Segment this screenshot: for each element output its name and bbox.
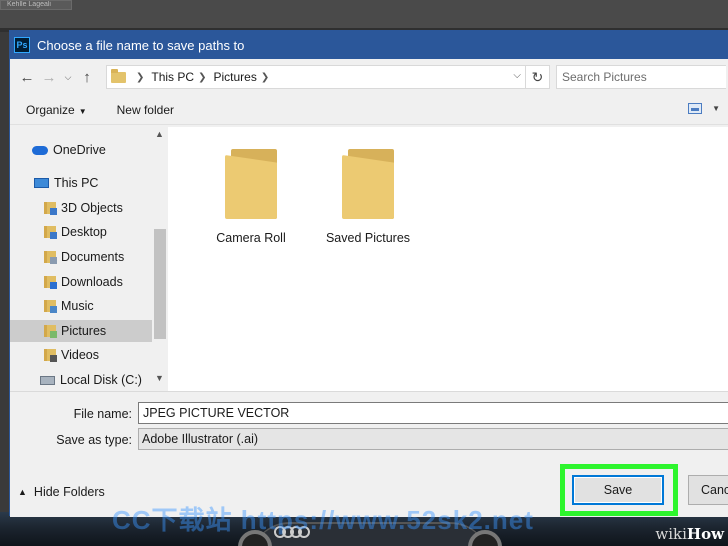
sidebar-item-label: 3D Objects	[61, 201, 123, 215]
computer-icon	[34, 178, 49, 188]
view-icon	[688, 103, 703, 114]
change-view-button[interactable]: ▼	[688, 103, 720, 114]
sidebar-item-videos[interactable]: Videos	[44, 344, 152, 366]
sidebar-item-music[interactable]: Music	[44, 295, 152, 317]
address-dropdown-chevron-icon[interactable]: ⌵	[513, 70, 521, 81]
sidebar-item-label: This PC	[54, 176, 99, 190]
breadcrumb-this-pc[interactable]: This PC	[151, 70, 194, 84]
wikihow-logo-prefix: wiki	[655, 525, 687, 543]
save-as-type-label: Save as type:	[56, 433, 132, 447]
folder-downloads-icon	[44, 276, 57, 289]
pictures-folder-icon	[111, 68, 126, 83]
forward-arrow-icon[interactable]: →	[38, 69, 60, 86]
breadcrumb-chevron-icon[interactable]: ❯	[198, 72, 206, 83]
disk-icon	[40, 375, 55, 385]
up-arrow-icon[interactable]: ↑	[76, 69, 98, 86]
chevron-up-icon: ▲	[18, 487, 27, 497]
dialog-titlebar: Ps Choose a file name to save paths to	[10, 31, 728, 59]
folder-documents-icon	[44, 251, 57, 264]
photoshop-app-icon: Ps	[14, 37, 30, 53]
sidebar-item-downloads[interactable]: Downloads	[44, 271, 152, 293]
folder-saved-pictures[interactable]: Saved Pictures	[313, 149, 423, 245]
watermark-text: CC下载站 https://www.52sk2.net	[112, 505, 534, 535]
sidebar-item-label: Documents	[61, 250, 125, 264]
folder-camera-roll[interactable]: Camera Roll	[196, 149, 306, 245]
folder-icon	[342, 149, 394, 219]
sidebar-item-label: Videos	[61, 348, 99, 362]
browser-body: OneDrive This PC 3D Objects Desktop Docu…	[10, 127, 728, 391]
hide-folders-button[interactable]: ▲ Hide Folders	[18, 485, 105, 499]
file-name-input[interactable]: JPEG PICTURE VECTOR	[138, 402, 728, 424]
navigation-pane: OneDrive This PC 3D Objects Desktop Docu…	[10, 127, 168, 391]
save-as-type-select[interactable]: Adobe Illustrator (.ai)	[138, 428, 728, 450]
organize-button[interactable]: Organize ▼	[26, 103, 87, 117]
sidebar-item-documents[interactable]: Documents	[44, 246, 152, 268]
photoshop-menubar: Kehlle Lageali	[0, 0, 728, 28]
caret-down-icon: ▼	[78, 106, 87, 116]
save-button[interactable]: Save	[572, 475, 664, 505]
breadcrumb-pictures[interactable]: Pictures	[213, 70, 256, 84]
wikihow-logo: wikiHow	[655, 525, 724, 543]
sidebar-item-desktop[interactable]: Desktop	[44, 221, 152, 243]
sidebar-item-label: OneDrive	[53, 143, 106, 157]
refresh-icon[interactable]: ↻	[526, 65, 550, 89]
folder-pictures-icon	[44, 325, 57, 338]
document-tab: Kehlle Lageali	[0, 0, 72, 10]
sidebar-item-label: Downloads	[61, 275, 123, 289]
cloud-icon	[32, 145, 48, 155]
scroll-down-icon[interactable]: ▼	[155, 373, 164, 383]
file-list-pane: Camera Roll Saved Pictures	[168, 127, 728, 391]
folder-videos-icon	[44, 349, 57, 362]
folder-music-icon	[44, 300, 57, 313]
folder-icon	[225, 149, 277, 219]
file-name-label: File name:	[73, 407, 132, 421]
folder-desktop-icon	[44, 226, 57, 239]
sidebar-item-pictures[interactable]: Pictures	[10, 320, 152, 342]
sidebar-item-3d-objects[interactable]: 3D Objects	[44, 197, 152, 219]
save-dialog: Ps Choose a file name to save paths to ←…	[9, 30, 728, 517]
back-arrow-icon[interactable]: ←	[16, 69, 38, 86]
scrollbar-thumb[interactable]	[154, 229, 166, 339]
sidebar-item-onedrive[interactable]: OneDrive	[32, 139, 152, 161]
navigation-scrollbar[interactable]: ▲ ▼	[152, 127, 168, 391]
breadcrumb-chevron-icon[interactable]: ❯	[261, 72, 269, 83]
search-input[interactable]: Search Pictures	[556, 65, 726, 89]
folder-label: Camera Roll	[216, 231, 286, 245]
breadcrumb-chevron-icon[interactable]: ❯	[136, 72, 144, 83]
sidebar-item-label: Desktop	[61, 225, 107, 239]
recent-locations-chevron-icon[interactable]: ⌵	[60, 72, 76, 83]
folder-3d-icon	[44, 202, 57, 215]
caret-down-icon: ▼	[712, 104, 720, 113]
new-folder-button[interactable]: New folder	[117, 103, 174, 117]
sidebar-item-label: Local Disk (C:)	[60, 373, 142, 387]
cancel-button[interactable]: Canc	[688, 475, 728, 505]
file-fields: File name: JPEG PICTURE VECTOR Save as t…	[10, 391, 728, 451]
sidebar-item-local-disk[interactable]: Local Disk (C:)	[40, 369, 152, 391]
sidebar-item-label: Music	[61, 299, 94, 313]
dialog-title: Choose a file name to save paths to	[37, 37, 245, 53]
command-toolbar: Organize ▼ New folder ▼	[10, 95, 728, 125]
hide-folders-label: Hide Folders	[33, 485, 105, 499]
address-bar[interactable]: ❯ This PC ❯ Pictures ❯ ⌵	[106, 65, 526, 89]
organize-label: Organize	[26, 102, 75, 117]
sidebar-item-label: Pictures	[61, 324, 107, 338]
scroll-up-icon[interactable]: ▲	[155, 129, 164, 139]
sidebar-item-this-pc[interactable]: This PC	[34, 172, 152, 194]
wikihow-logo-suffix: How	[686, 525, 724, 543]
folder-label: Saved Pictures	[325, 231, 411, 245]
address-row: ← → ⌵ ↑ ❯ This PC ❯ Pictures ❯ ⌵ ↻ Searc…	[10, 59, 728, 95]
